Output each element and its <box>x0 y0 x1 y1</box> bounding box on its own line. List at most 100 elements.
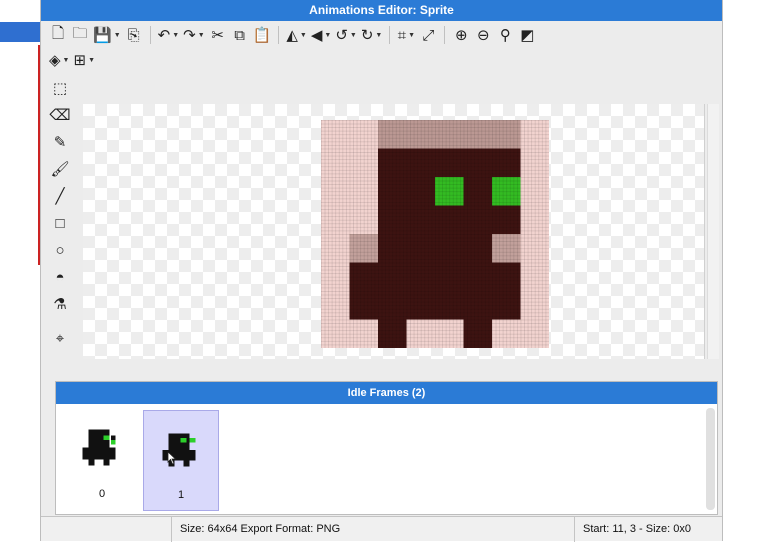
rectangle-icon: □ <box>55 214 65 232</box>
rectangle-tool[interactable]: □ <box>47 210 73 236</box>
toolbar-row-layers: ◈ ▼ ⊞ ▼ <box>47 48 97 72</box>
save-button[interactable]: 💾 ▼ <box>91 24 123 46</box>
window-title: Animations Editor: Sprite <box>41 0 722 21</box>
zoom-fit-button[interactable]: ⚲ <box>494 24 516 46</box>
undo-button[interactable]: ↶ ▼ <box>156 24 182 46</box>
status-bar: Size: 64x64 Export Format: PNG Start: 11… <box>41 516 722 542</box>
paste-icon: 📋 <box>252 27 272 44</box>
dropdown-caret-icon[interactable]: ▼ <box>172 32 179 39</box>
pencil-icon: ✎ <box>53 134 67 151</box>
frame-number: 1 <box>177 489 185 501</box>
toolbar: 🗋 🗀 💾 ▼ ⎘ ↶ ▼ ↷ ▼ ✂ ⧉ 📋 ◭ ▼ ◀ ▼ ↺ ▼ ↻ ▼ ⌗ ▼ ⤢ ⊕ ⊖ ⚲ ◩ ◈ ▼ ⊞ ▼ <box>47 22 719 72</box>
sprite-canvas[interactable] <box>83 104 705 359</box>
frames-vertical-scrollbar[interactable] <box>706 408 715 510</box>
dropdown-caret-icon[interactable]: ▼ <box>408 32 415 39</box>
eyedropper-tool[interactable]: ⚗ <box>47 291 73 317</box>
rotate-left-icon: ↺ <box>335 27 348 44</box>
canvas-vertical-scrollbar[interactable] <box>707 104 719 359</box>
background-app-left <box>0 0 41 541</box>
copy-icon: ⧉ <box>234 26 246 44</box>
layers-icon: ◈ <box>49 52 61 69</box>
rotate-right-button[interactable]: ↻ ▼ <box>359 24 385 46</box>
ellipse-tool[interactable]: ○ <box>47 237 73 263</box>
open-folder-icon: 🗀 <box>72 24 88 42</box>
rotate-left-button[interactable]: ↺ ▼ <box>333 24 359 46</box>
cut-button[interactable]: ✂ <box>207 24 229 46</box>
zoom-out-button[interactable]: ⊖ <box>472 24 494 46</box>
dropdown-caret-icon[interactable]: ▼ <box>63 57 70 64</box>
new-file-icon: 🗋 <box>51 24 65 42</box>
new-file-button[interactable]: 🗋 <box>47 24 69 46</box>
save-icon: 💾 <box>93 27 112 44</box>
crop-icon: ⌗ <box>397 26 407 44</box>
flip-vertical-icon: ◀ <box>310 27 323 44</box>
select-tool[interactable]: ⬚ <box>47 75 73 101</box>
dropdown-caret-icon[interactable]: ▼ <box>324 32 331 39</box>
paste-button[interactable]: 📋 <box>251 24 274 46</box>
sprite-right-eye <box>492 177 521 206</box>
toolbar-separator <box>389 26 391 44</box>
frame-thumbnail <box>162 433 196 467</box>
brush-icon: 🖌 <box>50 161 70 178</box>
line-tool[interactable]: ╱ <box>47 183 73 209</box>
eraser-tool[interactable]: ⌫ <box>47 102 73 128</box>
sprite-pixels <box>321 120 549 348</box>
cut-icon: ✂ <box>211 27 224 44</box>
anchor-point-tool[interactable]: ⌖ <box>47 325 73 351</box>
frames-panel-title: Idle Frames (2) <box>56 382 717 404</box>
undo-icon: ↶ <box>157 27 171 44</box>
frame-item-selected[interactable]: 1 <box>143 410 219 511</box>
status-selection-info: Start: 11, 3 - Size: 0x0 <box>574 517 691 542</box>
export-button[interactable]: ⎘ <box>123 24 145 46</box>
line-icon: ╱ <box>55 188 65 205</box>
zoom-in-button[interactable]: ⊕ <box>450 24 472 46</box>
toolbar-separator <box>444 26 446 44</box>
brush-tool[interactable]: 🖌 <box>47 156 73 182</box>
grid-icon: ⊞ <box>73 52 87 69</box>
redo-icon: ↷ <box>183 27 196 44</box>
frame-item[interactable]: 0 <box>64 410 140 511</box>
grid-button[interactable]: ⊞ ▼ <box>71 49 97 71</box>
transparency-icon: ◩ <box>520 27 535 44</box>
dropdown-caret-icon[interactable]: ▼ <box>88 57 95 64</box>
dropdown-caret-icon[interactable]: ▼ <box>375 32 382 39</box>
layers-button[interactable]: ◈ ▼ <box>47 49 71 71</box>
background-app-right <box>722 0 763 541</box>
resize-button[interactable]: ⤢ <box>417 24 439 46</box>
eyedropper-icon: ⚗ <box>53 296 67 313</box>
transparency-button[interactable]: ◩ <box>516 24 538 46</box>
rotate-right-icon: ↻ <box>360 27 374 44</box>
sprite-hat <box>378 120 521 149</box>
dropdown-caret-icon[interactable]: ▼ <box>300 32 307 39</box>
toolbar-row-main: 🗋 🗀 💾 ▼ ⎘ ↶ ▼ ↷ ▼ ✂ ⧉ 📋 ◭ ▼ ◀ ▼ ↺ ▼ ↻ ▼ ⌗ ▼ ⤢ ⊕ ⊖ ⚲ ◩ <box>47 23 538 47</box>
select-icon: ⬚ <box>52 80 68 97</box>
status-size-format: Size: 64x64 Export Format: PNG <box>171 517 340 542</box>
dropdown-caret-icon[interactable]: ▼ <box>198 32 205 39</box>
animations-editor-window: Animations Editor: Sprite 🗋 🗀 💾 ▼ ⎘ ↶ ▼ ↷ ▼ ✂ ⧉ 📋 ◭ ▼… <box>40 0 723 542</box>
zoom-out-icon: ⊖ <box>477 27 490 44</box>
fill-bucket-icon: ◓ <box>55 268 65 286</box>
dropdown-caret-icon[interactable]: ▼ <box>114 32 121 39</box>
fill-bucket-tool[interactable]: ◓ <box>47 264 73 290</box>
frame-number: 0 <box>98 488 106 500</box>
copy-button[interactable]: ⧉ <box>229 24 251 46</box>
ellipse-icon: ○ <box>55 241 65 259</box>
anchor-point-icon: ⌖ <box>55 329 65 347</box>
crop-button[interactable]: ⌗ ▼ <box>395 24 417 46</box>
sprite-right-leg <box>463 319 492 348</box>
pencil-tool[interactable]: ✎ <box>47 129 73 155</box>
flip-horizontal-icon: ◭ <box>286 27 298 44</box>
mouse-cursor-icon <box>167 451 177 465</box>
background-app-header <box>0 22 40 42</box>
toolbar-separator <box>149 26 151 44</box>
sprite-image[interactable] <box>321 120 549 348</box>
redo-button[interactable]: ↷ ▼ <box>181 24 207 46</box>
open-folder-button[interactable]: 🗀 <box>69 24 91 46</box>
sprite-right-shoulder <box>492 234 521 263</box>
flip-horizontal-button[interactable]: ◭ ▼ <box>284 24 308 46</box>
frames-list: 0 1 <box>56 405 704 515</box>
dropdown-caret-icon[interactable]: ▼ <box>350 32 357 39</box>
sprite-left-leg <box>378 319 407 348</box>
frame-thumbnail <box>82 429 116 466</box>
flip-vertical-button[interactable]: ◀ ▼ <box>309 24 333 46</box>
